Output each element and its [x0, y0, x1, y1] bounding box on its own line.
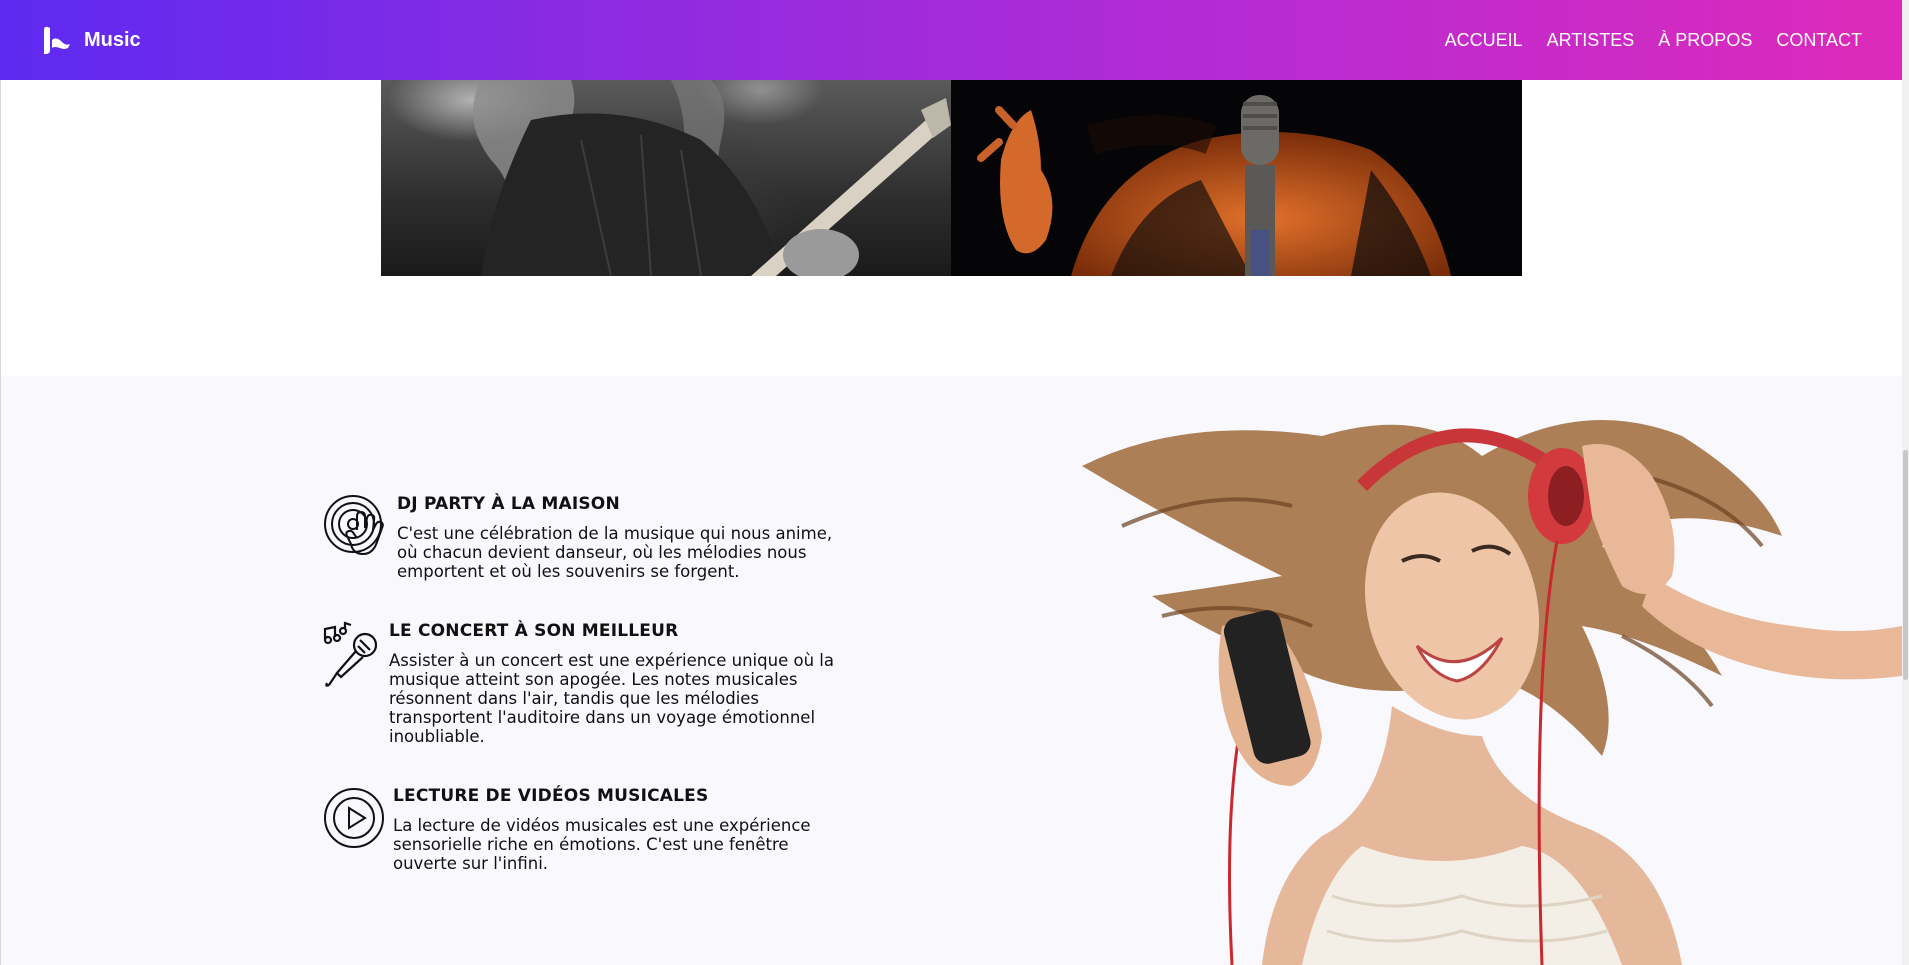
feature-description: Assister à un concert est une expérience…	[389, 651, 834, 746]
microphone-music-notes-icon	[323, 621, 378, 687]
feature-text: DJ PARTY À LA MAISON C'est une célébrati…	[397, 494, 843, 581]
top-navbar: Music ACCUEIL ARTISTES À PROPOS CONTACT	[0, 0, 1902, 80]
guitarist-photo	[381, 80, 951, 276]
feature-text: LECTURE DE VIDÉOS MUSICALES La lecture d…	[393, 786, 843, 873]
left-edge	[0, 0, 1, 965]
singer-photo	[951, 80, 1522, 276]
nav-link-a-propos[interactable]: À PROPOS	[1658, 30, 1752, 51]
feature-dj-party: DJ PARTY À LA MAISON C'est une célébrati…	[323, 494, 843, 581]
brand-name: Music	[84, 28, 141, 51]
music-logo-icon	[44, 26, 70, 54]
nav-links: ACCUEIL ARTISTES À PROPOS CONTACT	[1445, 30, 1862, 51]
feature-description: La lecture de vidéos musicales est une e…	[393, 816, 811, 873]
nav-link-contact[interactable]: CONTACT	[1776, 30, 1862, 51]
feature-videos: LECTURE DE VIDÉOS MUSICALES La lecture d…	[323, 786, 843, 873]
nav-link-artistes[interactable]: ARTISTES	[1547, 30, 1635, 51]
dj-turntable-hand-icon	[324, 495, 384, 556]
hero-image-strip	[381, 80, 1522, 276]
brand[interactable]: Music	[40, 24, 141, 56]
feature-title: DJ PARTY À LA MAISON	[397, 494, 620, 514]
play-circle-icon	[324, 788, 384, 848]
feature-title: LECTURE DE VIDÉOS MUSICALES	[393, 786, 709, 806]
feature-concert: LE CONCERT À SON MEILLEUR Assister à un …	[323, 621, 843, 746]
feature-description: C'est une célébration de la musique qui …	[397, 524, 833, 581]
feature-text: LE CONCERT À SON MEILLEUR Assister à un …	[389, 621, 843, 746]
woman-headphones-photo	[1082, 420, 1902, 965]
scrollbar-thumb[interactable]	[1903, 450, 1908, 680]
feature-title: LE CONCERT À SON MEILLEUR	[389, 621, 679, 641]
features-section: DJ PARTY À LA MAISON C'est une célébrati…	[0, 376, 1902, 965]
nav-link-accueil[interactable]: ACCUEIL	[1445, 30, 1523, 51]
